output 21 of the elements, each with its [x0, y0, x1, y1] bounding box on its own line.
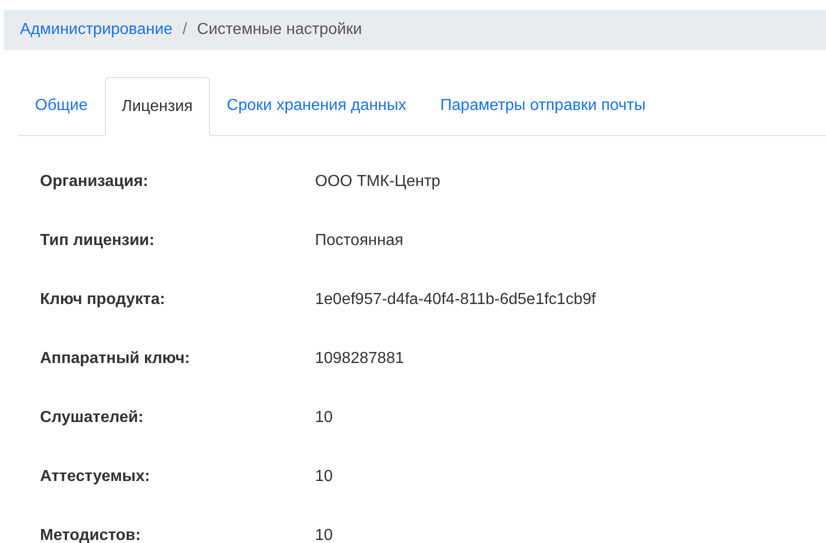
field-value: 10 — [315, 408, 333, 428]
breadcrumb-link[interactable]: Администрирование — [20, 18, 173, 42]
breadcrumb-current: Системные настройки — [197, 20, 362, 40]
field-value: ООО ТМК-Центр — [315, 172, 440, 192]
tab[interactable]: Лицензия — [104, 77, 210, 136]
field-label: Организация: — [39, 172, 150, 192]
field-label: Аттестуемых: — [39, 466, 151, 486]
field-value: 1e0ef957-d4fa-40f4-811b-6d5e1fc1cb9f — [315, 290, 596, 310]
tab[interactable]: Сроки хранения данных — [210, 76, 424, 135]
field-value: 1098287881 — [315, 348, 404, 368]
field-label: Тип лицензии: — [39, 230, 156, 250]
tab[interactable]: Общие — [18, 76, 105, 135]
field-value: 10 — [315, 466, 333, 486]
field-label: Методистов: — [39, 526, 142, 543]
tab[interactable]: Параметры отправки почты — [423, 76, 663, 135]
field-label: Аппаратный ключ: — [39, 348, 191, 368]
field-label: Слушателей: — [39, 408, 144, 428]
field-value: 10 — [315, 526, 333, 543]
field-label: Ключ продукта: — [39, 290, 166, 310]
breadcrumb-separator: / — [182, 20, 188, 40]
field-value: Постоянная — [315, 230, 404, 250]
